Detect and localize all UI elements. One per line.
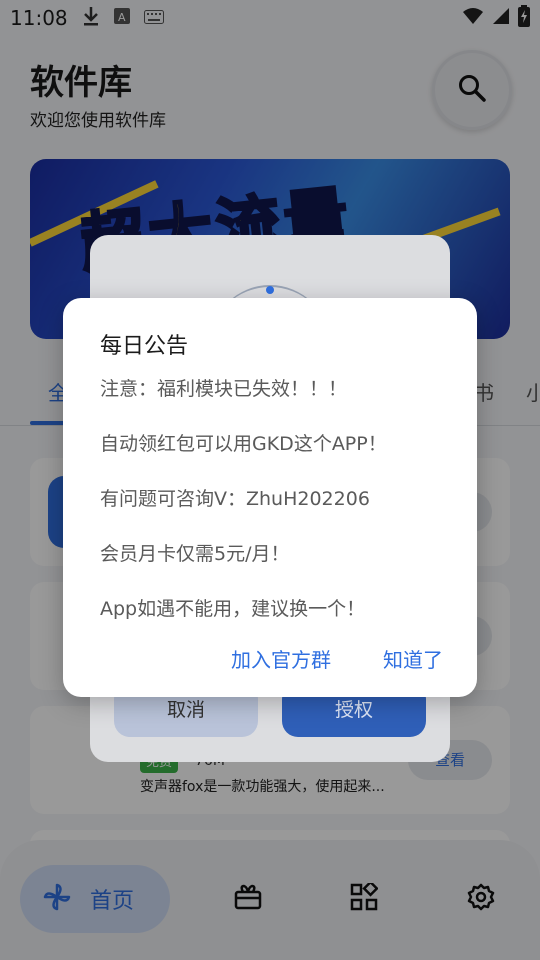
announcement-line: 自动领红包可以用GKD这个APP！ bbox=[100, 433, 387, 455]
dialog-title: 每日公告 bbox=[100, 334, 189, 359]
announcement-line: 会员月卡仅需5元/月！ bbox=[100, 543, 290, 565]
join-group-button[interactable]: 加入官方群 bbox=[231, 644, 331, 673]
announcement-dialog: 每日公告 注意：福利模块已失效！！！ 自动领红包可以用GKD这个APP！ 有问题… bbox=[63, 298, 477, 697]
announcement-line: App如遇不能用，建议换一个！ bbox=[100, 598, 366, 620]
announcement-line: 有问题可咨询V：ZhuH202206 bbox=[100, 488, 370, 510]
ok-button[interactable]: 知道了 bbox=[383, 644, 443, 673]
announcement-line: 注意：福利模块已失效！！！ bbox=[100, 378, 348, 400]
loading-dot bbox=[266, 286, 274, 294]
